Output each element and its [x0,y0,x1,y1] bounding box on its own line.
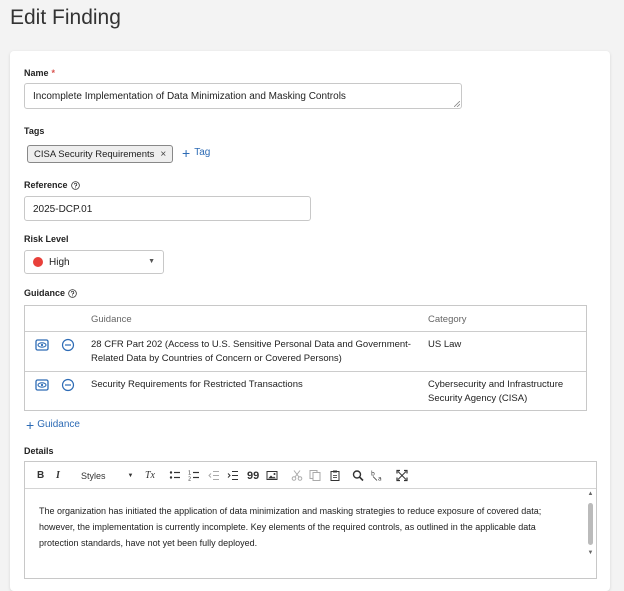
view-icon[interactable] [35,338,49,352]
name-label-text: Name [24,68,49,78]
category-cell: Cybersecurity and Infrastructure Securit… [428,378,578,406]
required-mark: * [51,68,56,78]
add-guidance-label: Guidance [37,419,80,430]
indent-icon[interactable] [227,469,239,482]
svg-text:b: b [371,471,375,478]
editor-toolbar: B I Styles ▼ Tx 1 2 99 b a [25,462,596,489]
risk-dot-icon [33,257,43,267]
risk-level-select[interactable]: High ▼ [24,250,164,274]
details-label: Details [24,446,54,456]
column-header-guidance: Guidance [91,314,132,325]
guidance-text-line: 28 CFR Part 202 (Access to U.S. Sensitiv… [91,339,411,350]
reference-label-text: Reference [24,180,68,190]
reference-label: Reference [24,180,80,190]
numbered-list-icon[interactable]: 1 2 [188,469,200,482]
reference-field[interactable]: 2025-DCP.01 [24,196,311,221]
details-editor: B I Styles ▼ Tx 1 2 99 b a The organizat… [24,461,597,579]
guidance-cell: Security Requirements for Restricted Tra… [91,378,411,392]
reference-value: 2025-DCP.01 [33,204,93,215]
table-divider [25,371,586,372]
add-tag-label: Tag [194,147,211,158]
category-cell: US Law [428,338,578,352]
svg-text:a: a [378,476,382,483]
add-tag-button[interactable]: + Tag [182,144,211,161]
guidance-table: Guidance Category 28 CFR Part 202 (Acces… [24,305,587,411]
guidance-label-text: Guidance [24,288,66,298]
chevron-down-icon: ▼ [148,258,155,265]
name-value: Incomplete Implementation of Data Minimi… [33,91,346,102]
remove-icon[interactable] [61,338,75,352]
bold-button[interactable]: B [37,469,44,482]
help-icon[interactable] [70,180,80,190]
styles-label: Styles [81,470,106,481]
replace-icon[interactable]: b a [371,469,385,483]
help-icon[interactable] [68,288,77,298]
remove-icon[interactable] [61,378,75,392]
plus-icon: + [26,416,35,433]
resize-grip-icon[interactable] [454,101,460,107]
details-text[interactable]: The organization has initiated the appli… [39,503,559,551]
outdent-icon [208,471,219,480]
scroll-up-icon[interactable]: ▲ [586,491,595,497]
table-divider [25,331,586,332]
category-text-line: Security Agency (CISA) [428,393,528,404]
chevron-down-icon: ▼ [127,472,134,479]
search-icon[interactable] [352,469,364,482]
maximize-icon[interactable] [396,469,408,482]
image-icon[interactable] [266,469,278,482]
plus-icon: + [182,144,191,161]
editor-scrollbar[interactable]: ▲ ▼ [586,490,595,577]
page-title: Edit Finding [10,6,121,29]
remove-tag-icon[interactable]: × [160,149,166,160]
name-field[interactable]: Incomplete Implementation of Data Minimi… [24,83,462,109]
scroll-down-icon[interactable]: ▼ [586,550,595,556]
scrollbar-thumb[interactable] [588,503,593,545]
clear-format-button[interactable]: Tx [145,469,155,482]
tag-chip: CISA Security Requirements × [27,145,174,163]
category-text-line: Cybersecurity and Infrastructure [428,379,564,390]
category-text-line: US Law [428,339,462,350]
add-guidance-button[interactable]: + Guidance [26,416,80,433]
tag-chip-label: CISA Security Requirements [34,148,155,160]
blockquote-button[interactable]: 99 [247,469,259,482]
cut-icon [291,470,303,481]
edit-finding-form: Name * Incomplete Implementation of Data… [10,51,610,591]
guidance-text-line: Related Data by Countries of Concern or … [91,353,342,364]
risk-level-value: High [49,256,70,268]
styles-dropdown[interactable]: Styles ▼ [81,469,133,482]
name-label: Name * [24,68,55,78]
bulleted-list-icon[interactable] [169,469,181,482]
view-icon[interactable] [35,378,49,392]
copy-icon [309,470,321,481]
svg-text:2: 2 [188,477,191,483]
column-header-category: Category [428,314,467,325]
italic-button[interactable]: I [56,469,60,482]
paste-icon[interactable] [329,469,341,482]
guidance-label: Guidance [24,288,77,298]
guidance-text-line: Security Requirements for Restricted Tra… [91,379,303,390]
guidance-cell: 28 CFR Part 202 (Access to U.S. Sensitiv… [91,338,411,366]
risk-level-label: Risk Level [24,234,69,244]
tags-label: Tags [24,126,45,136]
